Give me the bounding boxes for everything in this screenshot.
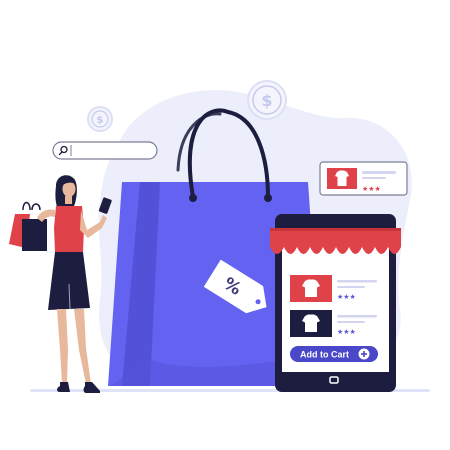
product-text-line bbox=[337, 315, 377, 318]
card-text-line bbox=[362, 177, 386, 179]
card-text-line bbox=[362, 171, 396, 174]
hand-shopping-bags bbox=[9, 201, 47, 251]
product-text-line bbox=[337, 280, 377, 283]
add-to-cart-button[interactable]: Add to Cart bbox=[290, 346, 378, 362]
neck bbox=[65, 196, 72, 204]
leg bbox=[74, 309, 91, 384]
plus-circle-icon[interactable] bbox=[358, 348, 370, 360]
illustration-canvas: $ $ % ★★★ ★★★ ★★★ Add to Cart bbox=[9, 80, 430, 393]
add-to-cart-label: Add to Cart bbox=[300, 350, 349, 360]
skirt bbox=[48, 252, 90, 310]
shoe bbox=[57, 382, 70, 392]
shoe bbox=[83, 382, 100, 393]
dollar-coin-icon: $ bbox=[97, 115, 104, 126]
product-text-line bbox=[337, 286, 365, 288]
bag-rivet bbox=[189, 194, 197, 202]
rating-stars: ★★★ bbox=[362, 185, 381, 193]
dollar-coin-icon: $ bbox=[261, 91, 272, 110]
dollar-coin-large: $ bbox=[247, 80, 287, 120]
shopping-illustration: $ $ % ★★★ ★★★ ★★★ Add to Cart bbox=[0, 0, 450, 450]
bag-rivet bbox=[264, 194, 272, 202]
woman-shopper bbox=[9, 175, 112, 393]
floating-product-card[interactable]: ★★★ bbox=[319, 161, 408, 196]
dollar-coin-small: $ bbox=[87, 106, 113, 132]
leg bbox=[57, 309, 68, 384]
rating-stars: ★★★ bbox=[337, 293, 356, 301]
rating-stars: ★★★ bbox=[337, 328, 356, 336]
product-text-line bbox=[337, 321, 365, 323]
search-bar[interactable] bbox=[52, 141, 158, 160]
tank-top bbox=[54, 206, 84, 252]
